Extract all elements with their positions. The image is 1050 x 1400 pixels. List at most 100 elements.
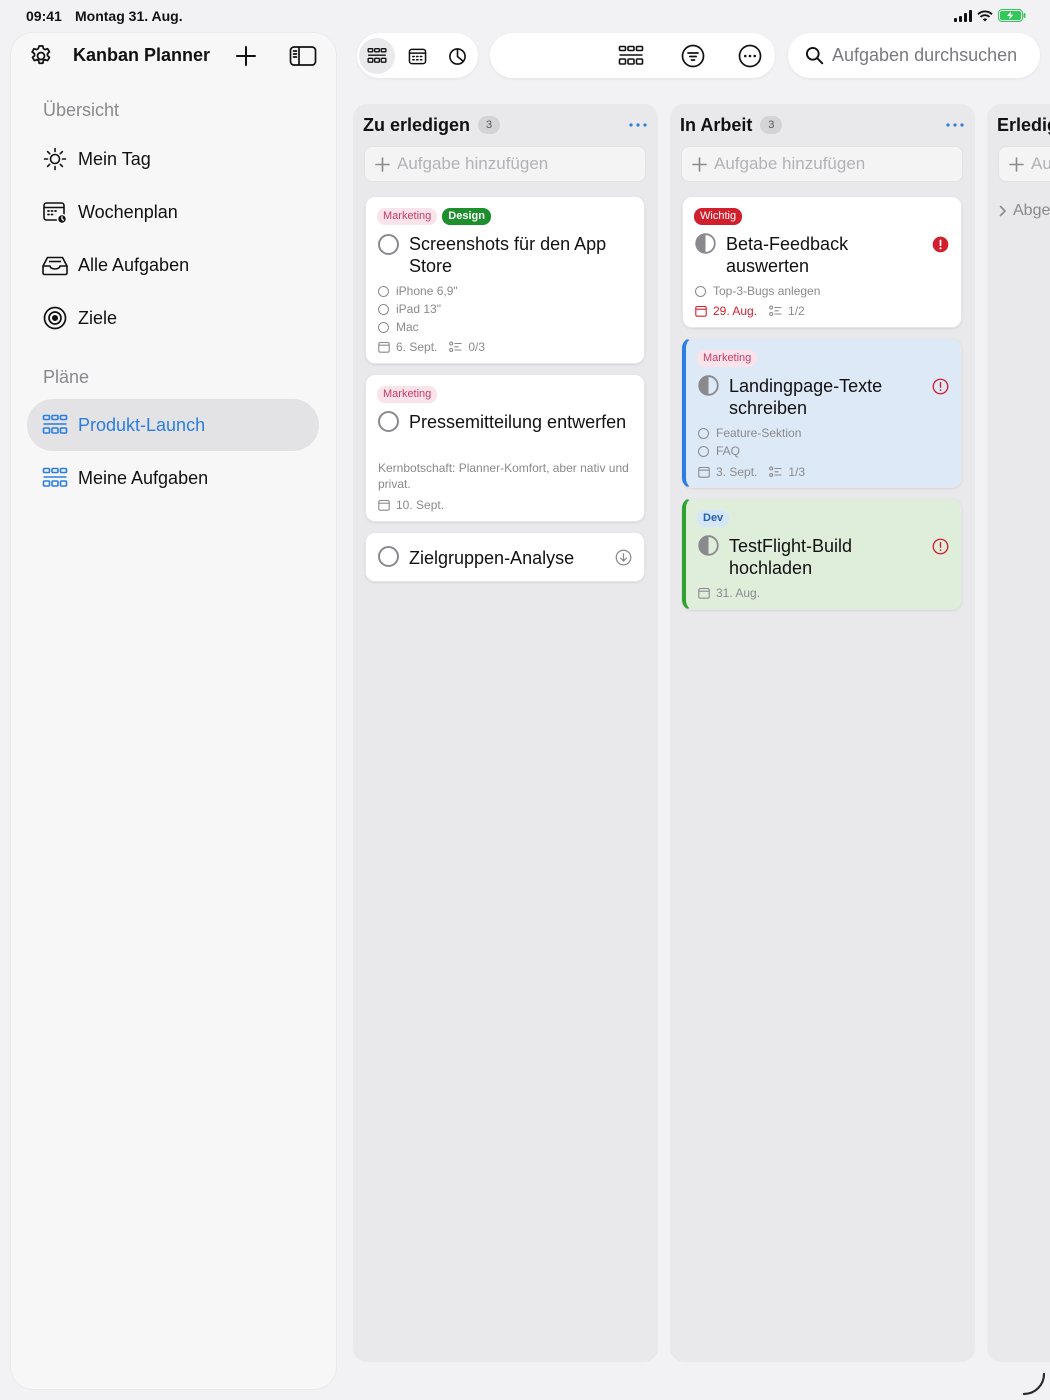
- subtask-item[interactable]: iPad 13": [378, 302, 441, 316]
- view-switcher: [357, 33, 478, 78]
- task-description: Kernbotschaft: Planner-Komfort, aber nat…: [378, 461, 629, 491]
- search-input[interactable]: [832, 45, 1022, 66]
- subtask-label: iPad 13": [396, 302, 441, 316]
- subtask-circle-icon: [378, 285, 389, 297]
- add-task-button[interactable]: Aufgabe hinzufügen: [681, 146, 963, 182]
- resize-handle-icon[interactable]: [1020, 1372, 1046, 1396]
- plans-section-title: Pläne: [43, 367, 90, 387]
- subtask-label: Top-3-Bugs anlegen: [713, 284, 821, 298]
- column-header: Zu erledigen 3: [363, 114, 501, 136]
- subtask-item[interactable]: FAQ: [698, 444, 740, 458]
- calendar-icon: [378, 499, 390, 511]
- wifi-icon: [977, 9, 993, 27]
- plus-icon: [1009, 156, 1024, 172]
- status-time: 09:41: [26, 8, 62, 24]
- in-progress-half-circle-icon[interactable]: [698, 535, 719, 556]
- tag-list: Marketing: [377, 386, 438, 403]
- subtask-label: Mac: [396, 320, 419, 334]
- task-card[interactable]: Wichtig Beta-Feedback auswerten Top-3-Bu…: [682, 196, 962, 328]
- sidebar-toggle-icon[interactable]: [288, 42, 318, 70]
- task-meta: 10. Sept.: [378, 498, 456, 512]
- sidebar-item-meine-aufgaben[interactable]: Meine Aufgaben: [27, 452, 319, 504]
- column-more-icon[interactable]: [626, 114, 650, 136]
- cellular-signal-icon: [954, 9, 972, 27]
- sidebar-item-wochenplan[interactable]: Wochenplan: [27, 186, 319, 238]
- task-meta: 31. Aug.: [698, 586, 772, 600]
- task-card[interactable]: Marketing Design Screenshots für den App…: [365, 196, 645, 364]
- sidebar-header: Kanban Planner: [11, 33, 336, 79]
- completed-section-toggle[interactable]: Abgeschlossen: [999, 202, 1050, 220]
- search-field[interactable]: [788, 33, 1040, 78]
- filter-icon[interactable]: [676, 39, 710, 73]
- calendar-week-icon: [41, 198, 69, 226]
- subtask-item[interactable]: Mac: [378, 320, 419, 334]
- in-progress-half-circle-icon[interactable]: [698, 375, 719, 396]
- subtask-circle-icon: [378, 321, 389, 333]
- sidebar-item-label: Mein Tag: [78, 148, 151, 169]
- tag-wichtig: Wichtig: [694, 208, 743, 225]
- app-title: Kanban Planner: [73, 45, 211, 65]
- due-date: 10. Sept.: [396, 498, 445, 512]
- settings-gear-icon[interactable]: [27, 42, 55, 70]
- high-priority-icon: [931, 235, 949, 253]
- task-title: TestFlight-Build hochladen: [729, 536, 853, 578]
- column-title: Zu erledigen: [363, 114, 471, 135]
- subtask-item[interactable]: Feature-Sektion: [698, 426, 801, 440]
- more-options-icon[interactable]: [733, 39, 767, 73]
- overview-section-title: Übersicht: [43, 100, 120, 120]
- complete-checkbox[interactable]: [378, 411, 399, 432]
- checklist-icon: [769, 466, 782, 478]
- sidebar-item-mein-tag[interactable]: Mein Tag: [27, 133, 319, 185]
- complete-checkbox[interactable]: [378, 546, 399, 567]
- column-header: Erledigt: [997, 114, 1050, 136]
- tag-list: Wichtig: [694, 208, 743, 225]
- column-more-icon[interactable]: [943, 114, 967, 136]
- search-icon: [805, 46, 824, 65]
- chevron-right-icon: [999, 205, 1007, 217]
- board-layout-icon[interactable]: [614, 39, 648, 73]
- task-card[interactable]: Marketing Pressemitteilung entwerfen Ker…: [365, 374, 645, 522]
- add-task-button[interactable]: Aufgabe hinzufügen: [998, 146, 1050, 182]
- tray-icon: [41, 251, 69, 279]
- subtask-label: iPhone 6,9": [396, 284, 458, 298]
- task-card[interactable]: Marketing Landingpage-Texte schreiben Fe…: [682, 338, 962, 488]
- task-meta: 29. Aug. 1/2: [695, 304, 817, 318]
- checklist-progress: 1/3: [788, 465, 806, 479]
- tag-dev: Dev: [697, 510, 730, 527]
- subtask-circle-icon: [695, 285, 706, 297]
- task-card[interactable]: Zielgruppen-Analyse: [365, 532, 645, 582]
- sidebar-item-alle-aufgaben[interactable]: Alle Aufgaben: [27, 239, 319, 291]
- status-indicators: [954, 9, 1026, 27]
- board-grid-icon: [41, 464, 69, 492]
- column-zu-erledigen: Zu erledigen 3 Aufgabe hinzufügen Market…: [353, 104, 658, 1362]
- task-title: Screenshots für den App Store: [409, 234, 607, 276]
- checklist-progress: 0/3: [468, 340, 486, 354]
- complete-checkbox[interactable]: [378, 234, 399, 255]
- plus-icon: [375, 156, 390, 172]
- calendar-view-icon[interactable]: [399, 38, 435, 74]
- add-task-label: Aufgabe hinzufügen: [397, 154, 549, 173]
- board-view-icon[interactable]: [359, 38, 395, 74]
- task-meta: 3. Sept. 1/3: [698, 465, 817, 479]
- in-progress-half-circle-icon[interactable]: [695, 233, 716, 254]
- status-bar: 09:41 Montag 31. Aug.: [0, 0, 1050, 32]
- subtask-item[interactable]: iPhone 6,9": [378, 284, 458, 298]
- stats-view-icon[interactable]: [439, 38, 475, 74]
- sidebar: Kanban Planner Übersicht Mein Tag Wochen…: [11, 33, 336, 1389]
- column-erledigt: Erledigt Aufgabe hinzufügen Abgeschlosse…: [987, 104, 1050, 1362]
- task-meta: 6. Sept. 0/3: [378, 340, 497, 354]
- subtask-item[interactable]: Top-3-Bugs anlegen: [695, 284, 820, 298]
- tag-marketing: Marketing: [377, 208, 438, 225]
- sidebar-item-ziele[interactable]: Ziele: [27, 292, 319, 344]
- battery-charging-icon: [998, 9, 1026, 27]
- add-plus-icon[interactable]: [232, 42, 260, 70]
- due-date: 6. Sept.: [396, 340, 438, 354]
- checklist-icon: [449, 341, 462, 353]
- add-task-button[interactable]: Aufgabe hinzufügen: [364, 146, 646, 182]
- plus-icon: [692, 156, 707, 172]
- calendar-icon: [698, 466, 710, 478]
- sidebar-item-produkt-launch[interactable]: Produkt-Launch: [27, 399, 319, 451]
- column-count-badge: 3: [478, 116, 501, 134]
- task-card[interactable]: Dev TestFlight-Build hochladen 31. Aug.: [682, 498, 962, 610]
- tag-list: Marketing: [697, 350, 758, 367]
